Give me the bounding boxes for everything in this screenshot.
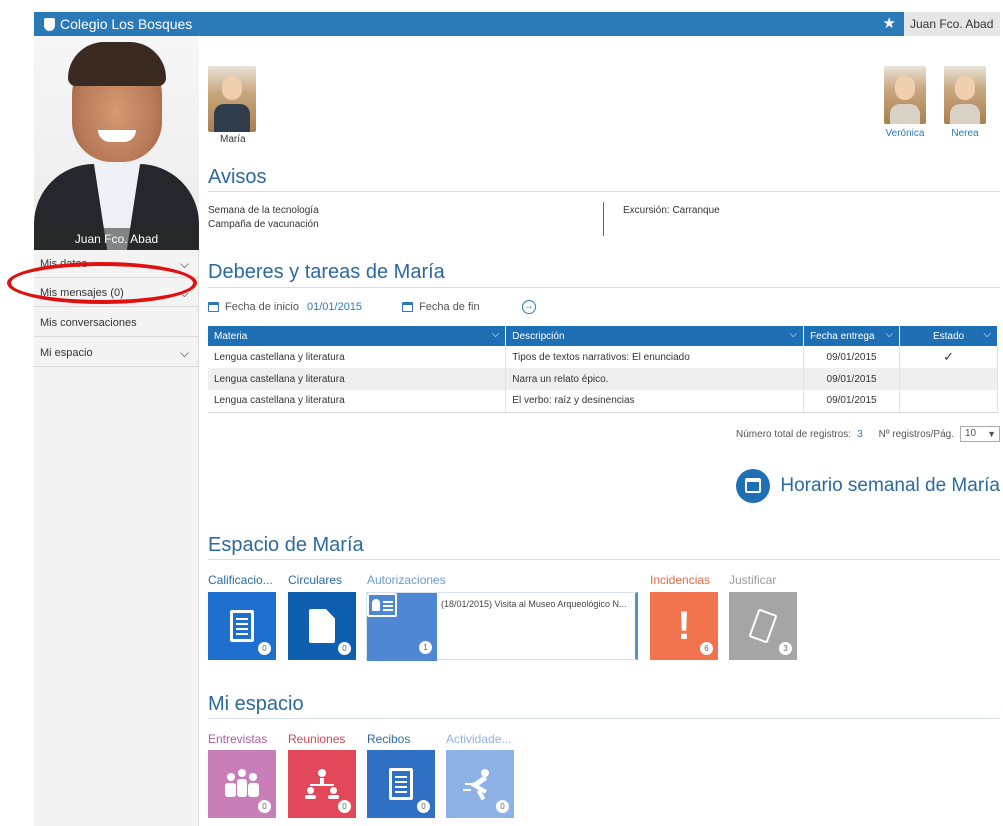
sidebar-item-mi-espacio[interactable]: Mi espacio ⌵ (34, 339, 199, 367)
child-veronica[interactable]: Verónica (884, 66, 926, 139)
tile-label[interactable]: Autorizaciones (367, 573, 446, 587)
child-photo (944, 66, 986, 124)
horario-label: Horario semanal de María (780, 475, 1000, 496)
aviso-item[interactable]: Semana de la tecnología (208, 204, 319, 218)
sidebar-item-mis-conversaciones[interactable]: Mis conversaciones (34, 309, 199, 337)
table-header: Materia ⌵ Descripción ⌵ Fecha entrega ⌵ Est… (208, 326, 998, 346)
dropdown-arrow-icon: ▼ (987, 429, 996, 439)
avisos-right-list: Excursión: Carranque (623, 204, 720, 218)
child-photo (208, 66, 256, 132)
tile-incidencias[interactable]: ! 6 (650, 592, 718, 660)
table-row[interactable]: Lengua castellana y literatura Narra un … (208, 368, 998, 390)
chevron-down-icon: ⌵ (983, 329, 991, 340)
count-badge: 0 (338, 642, 351, 655)
tile-actividades[interactable]: 0 (446, 750, 514, 818)
tile-justificar[interactable]: 3 (729, 592, 797, 660)
school-name: Colegio Los Bosques (60, 16, 193, 32)
end-date-label: Fecha de fin (419, 301, 480, 313)
horario-link[interactable]: Horario semanal de María (736, 469, 1000, 503)
tile-label[interactable]: Calificacio... (208, 573, 273, 587)
count-badge: 1 (419, 641, 432, 654)
sidebar-item-label: Mis conversaciones (40, 317, 137, 329)
child-name: Nerea (951, 128, 979, 139)
avisos-title: Avisos (208, 166, 267, 188)
date-filter: Fecha de inicio 01/01/2015 Fecha de fin … (208, 300, 536, 314)
calendar-icon[interactable] (402, 302, 414, 312)
sidebar-item-label: Mi espacio (40, 347, 93, 359)
chevron-down-icon: ⌵ (885, 329, 894, 340)
count-badge: 0 (338, 800, 351, 813)
star-icon[interactable]: ★ (883, 16, 896, 32)
start-date-label: Fecha de inicio (225, 301, 299, 313)
child-maria[interactable]: María (208, 66, 256, 145)
child-name: Verónica (885, 128, 925, 139)
child-nerea[interactable]: Nerea (944, 66, 986, 139)
table-row[interactable]: Lengua castellana y literatura El verbo:… (208, 390, 998, 413)
child-name: María (220, 134, 246, 145)
column-fecha-entrega[interactable]: Fecha entrega ⌵ (803, 326, 901, 346)
tile-recibos[interactable]: 0 (367, 750, 435, 818)
tile-circulares[interactable]: 0 (288, 592, 356, 660)
start-date-field[interactable]: 01/01/2015 (307, 301, 362, 313)
avisos-left-list: Semana de la tecnología Campaña de vacun… (208, 204, 319, 232)
tile-autorizaciones[interactable]: (18/01/2015) Visita al Museo Arqueológic… (366, 592, 638, 661)
aviso-item[interactable]: Campaña de vacunación (208, 218, 319, 232)
chevron-down-icon: ⌵ (491, 329, 500, 340)
shield-icon (44, 17, 55, 31)
chevron-down-icon: ⌵ (179, 346, 189, 360)
highlight-annotation (7, 262, 197, 304)
tile-entrevistas[interactable]: 0 (208, 750, 276, 818)
total-records-value: 3 (857, 428, 863, 440)
profile-caption: Juan Fco. Abad (34, 228, 199, 250)
count-badge: 0 (417, 800, 430, 813)
tile-label[interactable]: Circulares (288, 573, 342, 587)
aviso-item[interactable]: Excursión: Carranque (623, 204, 720, 218)
arrow-right-icon[interactable]: → (521, 300, 536, 314)
deberes-title: Deberes y tareas de María (208, 261, 445, 283)
tile-label[interactable]: Justificar (729, 573, 776, 587)
count-badge: 0 (496, 800, 509, 813)
mi-espacio-title: Mi espacio (208, 693, 304, 715)
sidebar: Juan Fco. Abad Mis datos ⌵ Mis mensajes … (34, 36, 199, 826)
tile-label[interactable]: Reuniones (288, 732, 345, 746)
tile-label[interactable]: Entrevistas (208, 732, 267, 746)
school-brand[interactable]: Colegio Los Bosques (44, 16, 192, 32)
tile-label[interactable]: Actividade... (446, 732, 511, 746)
count-badge: 0 (258, 642, 271, 655)
table-footer: Número total de registros: 3 Nº registro… (736, 426, 1000, 442)
column-estado[interactable]: Estado ⌵ (899, 326, 998, 346)
column-descripcion[interactable]: Descripción ⌵ (505, 326, 805, 346)
espacio-title: Espacio de María (208, 534, 364, 556)
tile-calificaciones[interactable]: 0 (208, 592, 276, 660)
top-bar: Colegio Los Bosques ★ Juan Fco. Abad (34, 12, 1000, 36)
count-badge: 3 (779, 642, 792, 655)
user-menu[interactable]: Juan Fco. Abad (904, 12, 1000, 36)
check-icon: ✓ (899, 346, 998, 368)
child-photo (884, 66, 926, 124)
count-badge: 0 (258, 800, 271, 813)
table-row[interactable]: Lengua castellana y literatura Tipos de … (208, 346, 998, 368)
tasks-table: Materia ⌵ Descripción ⌵ Fecha entrega ⌵ Est… (208, 326, 998, 413)
profile-photo: Juan Fco. Abad (34, 36, 199, 250)
calendar-icon[interactable] (208, 302, 219, 312)
chevron-down-icon: ⌵ (789, 329, 798, 340)
calendar-icon (736, 469, 771, 503)
id-card-icon (367, 593, 437, 617)
column-materia[interactable]: Materia ⌵ (208, 326, 507, 346)
tile-label[interactable]: Recibos (367, 732, 410, 746)
autorizacion-detail[interactable]: (18/01/2015) Visita al Museo Arqueológic… (441, 599, 626, 609)
tile-label[interactable]: Incidencias (650, 573, 710, 587)
per-page-select[interactable]: 10 ▼ (960, 426, 1000, 442)
total-records-label: Número total de registros: (736, 428, 852, 440)
per-page-label: Nº registros/Pág. (878, 428, 954, 440)
count-badge: 6 (700, 642, 713, 655)
tile-reuniones[interactable]: 0 (288, 750, 356, 818)
